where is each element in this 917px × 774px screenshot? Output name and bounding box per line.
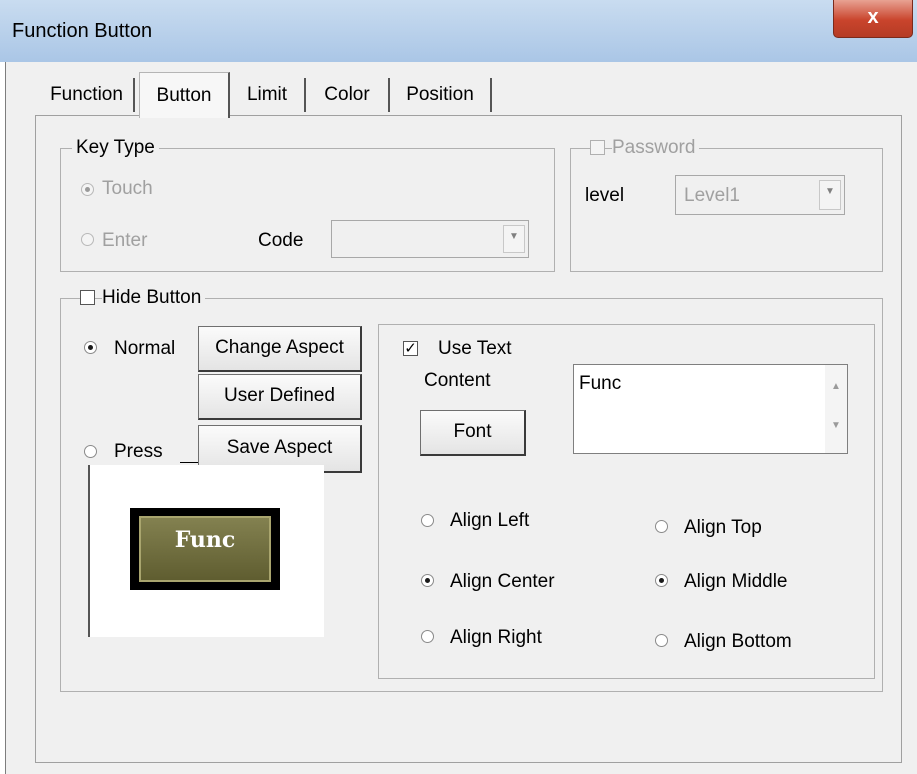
tab-label: Position xyxy=(406,84,474,105)
font-button[interactable]: Font xyxy=(420,410,526,456)
touch-label: Touch xyxy=(102,178,153,199)
use-text-label: Use Text xyxy=(438,338,512,359)
change-aspect-button[interactable]: Change Aspect xyxy=(198,326,362,372)
tab-label: Color xyxy=(324,84,370,105)
press-connector-line xyxy=(180,462,198,463)
chevron-down-icon[interactable]: ▼ xyxy=(503,225,525,253)
press-radio[interactable] xyxy=(84,445,97,458)
tab-label: Function xyxy=(50,84,123,105)
content-scrollbar[interactable]: ▲ ▼ xyxy=(825,365,847,453)
normal-label: Normal xyxy=(114,338,176,359)
key-type-title: Key Type xyxy=(72,137,159,159)
code-label: Code xyxy=(258,230,304,251)
code-combobox[interactable]: ▼ xyxy=(331,220,529,258)
align-top-radio[interactable] xyxy=(655,520,668,533)
enter-radio[interactable] xyxy=(81,233,94,246)
change-aspect-label: Change Aspect xyxy=(215,337,344,358)
normal-radio[interactable] xyxy=(84,341,97,354)
align-middle-radio[interactable] xyxy=(655,574,668,587)
level-combobox[interactable]: Level1 ▼ xyxy=(675,175,845,215)
content-value: Func xyxy=(579,373,622,394)
user-defined-button[interactable]: User Defined xyxy=(198,374,362,420)
preview-func-text: Func xyxy=(139,516,271,582)
touch-radio[interactable] xyxy=(81,183,94,196)
hide-button-checkbox[interactable] xyxy=(80,290,95,305)
password-label: Password xyxy=(612,137,700,159)
use-text-checkbox[interactable]: ✓ xyxy=(403,341,418,356)
press-label: Press xyxy=(114,441,163,462)
align-right-label: Align Right xyxy=(450,627,542,648)
enter-label: Enter xyxy=(102,230,148,251)
hide-button-label: Hide Button xyxy=(102,287,206,309)
save-aspect-label: Save Aspect xyxy=(226,437,333,458)
align-bottom-radio[interactable] xyxy=(655,634,668,647)
tab-label: Limit xyxy=(246,84,288,105)
level-value: Level1 xyxy=(684,185,740,206)
tab-limit[interactable]: Limit xyxy=(230,78,306,112)
font-button-label: Font xyxy=(453,421,492,442)
tab-label: Button xyxy=(156,85,212,106)
tab-color[interactable]: Color xyxy=(306,78,390,112)
window-title: Function Button xyxy=(12,20,153,42)
align-left-label: Align Left xyxy=(450,510,530,531)
content-label: Content xyxy=(424,370,491,391)
content-textarea[interactable]: Func ▲ ▼ xyxy=(573,364,848,454)
tab-position[interactable]: Position xyxy=(390,78,492,112)
password-checkbox[interactable] xyxy=(590,140,605,155)
scroll-up-icon[interactable]: ▲ xyxy=(825,381,847,392)
scroll-down-icon[interactable]: ▼ xyxy=(825,420,847,431)
align-right-radio[interactable] xyxy=(421,630,434,643)
level-label: level xyxy=(585,185,625,206)
chevron-down-icon[interactable]: ▼ xyxy=(819,180,841,210)
align-middle-label: Align Middle xyxy=(684,571,788,592)
user-defined-label: User Defined xyxy=(224,385,335,406)
close-icon: x xyxy=(867,6,879,28)
tab-button[interactable]: Button xyxy=(139,72,230,118)
align-center-radio[interactable] xyxy=(421,574,434,587)
preview-func-button: Func xyxy=(130,508,280,590)
close-button[interactable]: x xyxy=(833,0,913,38)
tab-function[interactable]: Function xyxy=(40,78,135,112)
align-top-label: Align Top xyxy=(684,517,762,538)
align-bottom-label: Align Bottom xyxy=(684,631,792,652)
align-center-label: Align Center xyxy=(450,571,555,592)
check-icon: ✓ xyxy=(404,340,417,357)
align-left-radio[interactable] xyxy=(421,514,434,527)
